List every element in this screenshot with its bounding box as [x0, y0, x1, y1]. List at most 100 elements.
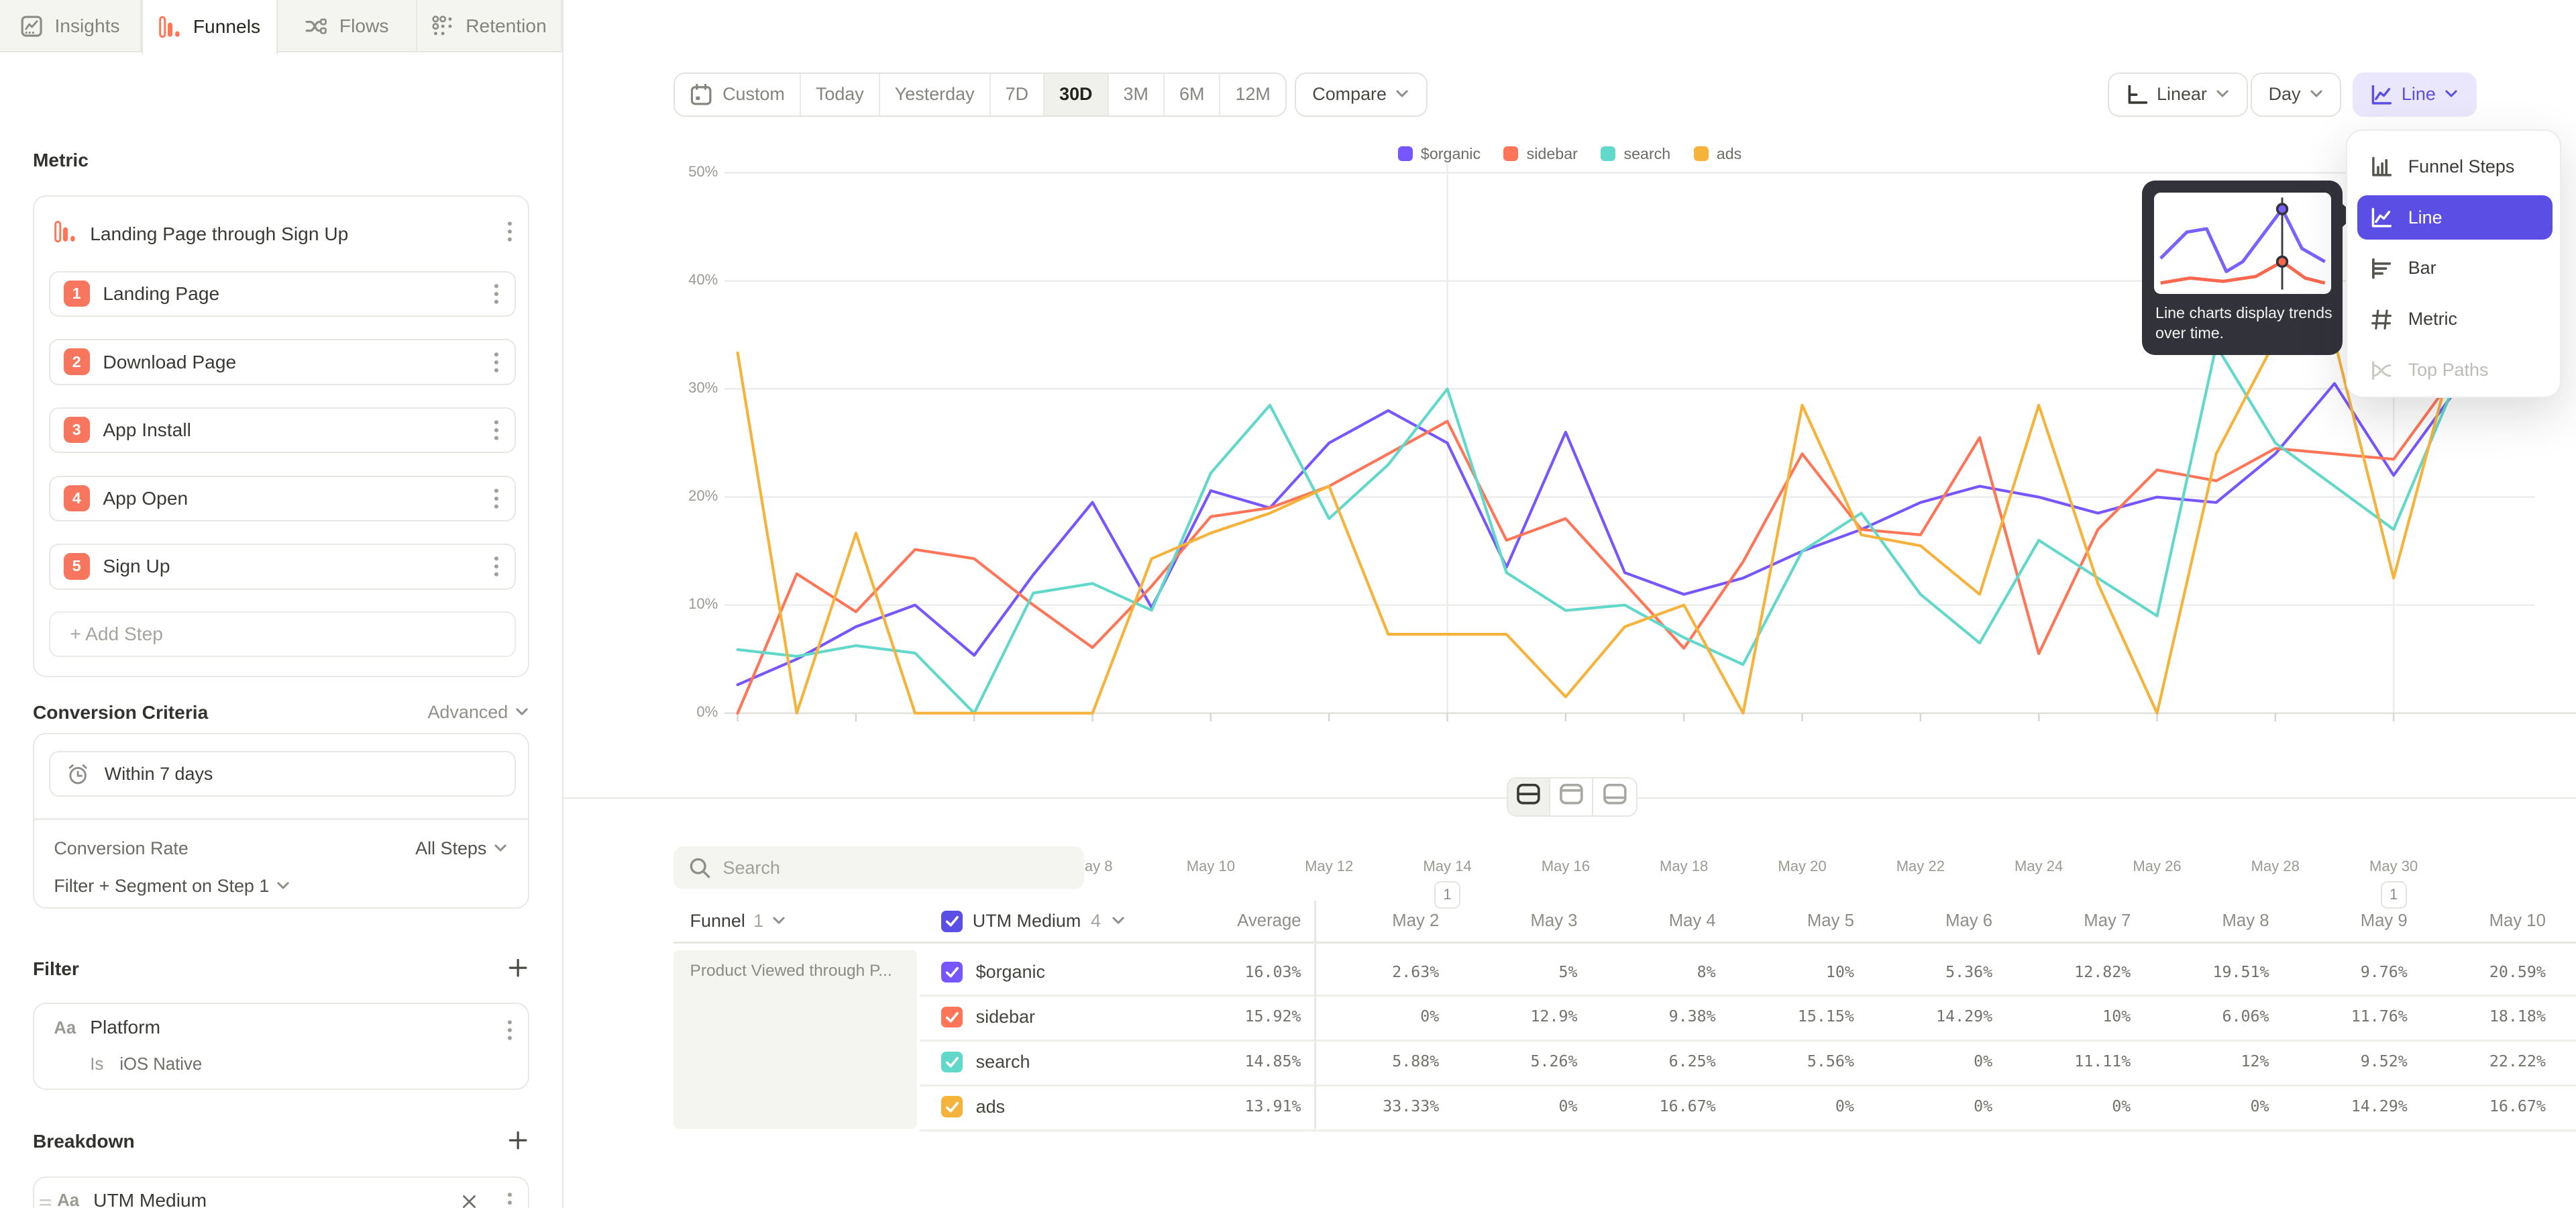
series-checkbox[interactable]	[941, 1096, 963, 1117]
funnel-step-1[interactable]: 1Landing Page	[49, 271, 516, 317]
cell-value: 2.63%	[1307, 950, 1439, 995]
breakdown-column-header[interactable]: UTM Medium 4	[941, 901, 1125, 942]
column-header-average[interactable]: Average	[1179, 901, 1301, 942]
range-custom[interactable]: Custom	[675, 74, 801, 115]
remove-breakdown-icon[interactable]	[460, 1193, 478, 1208]
range-3m[interactable]: 3M	[1109, 74, 1165, 115]
x-axis-label: May 14	[1401, 858, 1493, 875]
add-step-button[interactable]: + Add Step	[49, 611, 516, 658]
all-steps-dropdown[interactable]: All Steps	[415, 838, 508, 859]
menu-item-funnel-steps[interactable]: Funnel Steps	[2357, 144, 2553, 189]
breakdown-section-label: Breakdown	[33, 1131, 135, 1152]
column-header-may-3[interactable]: May 3	[1456, 901, 1577, 942]
step-kebab-icon[interactable]	[493, 419, 500, 442]
metric-section-label: Metric	[33, 150, 89, 171]
range-label: 7D	[1006, 84, 1028, 105]
funnel-kebab-icon[interactable]	[506, 220, 513, 243]
funnel-col-count: 1	[753, 911, 763, 932]
add-filter-button[interactable]	[506, 956, 529, 979]
funnel-name-cell[interactable]: Product Viewed through P...	[674, 950, 916, 1129]
range-12m[interactable]: 12M	[1220, 74, 1285, 115]
funnel-step-2[interactable]: 2Download Page	[49, 339, 516, 385]
compare-label: Compare	[1312, 84, 1387, 105]
step-kebab-icon[interactable]	[493, 283, 500, 305]
funnel-step-3[interactable]: 3App Install	[49, 407, 516, 454]
funnel-step-4[interactable]: 4App Open	[49, 476, 516, 522]
filter-value[interactable]: iOS Native	[119, 1055, 202, 1074]
series-checkbox[interactable]	[941, 1007, 963, 1028]
top-panel-view-button[interactable]	[1550, 778, 1593, 815]
column-header-may-5[interactable]: May 5	[1733, 901, 1854, 942]
series-line-search[interactable]	[738, 346, 2453, 713]
select-all-checkbox[interactable]	[941, 911, 963, 932]
range-6m[interactable]: 6M	[1165, 74, 1220, 115]
range-label: Today	[816, 84, 864, 105]
menu-item-label: Bar	[2408, 258, 2436, 279]
chart-type-dropdown[interactable]: Line	[2353, 72, 2477, 117]
conversion-window-row[interactable]: Within 7 days	[49, 751, 516, 797]
series-line-organic[interactable]	[738, 384, 2453, 685]
breakdown-card[interactable]: Aa UTM Medium	[33, 1176, 529, 1208]
series-checkbox[interactable]	[941, 962, 963, 983]
funnel-step-5[interactable]: 5Sign Up	[49, 544, 516, 590]
range-today[interactable]: Today	[801, 74, 880, 115]
funnels-icon	[158, 15, 181, 38]
cell-value: 11.76%	[2276, 995, 2408, 1039]
step-label: Download Page	[103, 352, 236, 373]
filter-segment-dropdown[interactable]: Filter + Segment on Step 1	[54, 876, 290, 897]
series-name: search	[976, 1052, 1030, 1072]
tab-funnels[interactable]: Funnels	[142, 0, 278, 54]
filter-card[interactable]: Aa Platform Is iOS Native	[33, 1003, 529, 1090]
compare-button[interactable]: Compare	[1295, 72, 1428, 117]
range-label: Yesterday	[895, 84, 975, 105]
bottom-panel-view-button[interactable]	[1593, 778, 1636, 815]
column-header-may-10[interactable]: May 10	[2424, 901, 2546, 942]
y-axis-label: 30%	[659, 379, 718, 397]
search-input[interactable]	[723, 858, 1070, 878]
menu-item-bar[interactable]: Bar	[2357, 246, 2553, 291]
chart-type-label: Line	[2402, 84, 2436, 105]
funnel-column-header[interactable]: Funnel 1	[690, 901, 787, 942]
funnel-title[interactable]: Landing Page through Sign Up	[90, 223, 348, 245]
x-axis-label: May 30	[2348, 858, 2440, 875]
scale-dropdown[interactable]: Linear	[2108, 72, 2248, 117]
menu-item-metric[interactable]: Metric	[2357, 297, 2553, 342]
menu-item-line[interactable]: Line	[2357, 195, 2553, 240]
step-kebab-icon[interactable]	[493, 555, 500, 578]
range-7d[interactable]: 7D	[991, 74, 1044, 115]
funnel-steps-icon	[2370, 155, 2393, 178]
breakdown-property: UTM Medium	[93, 1190, 207, 1208]
series-line-ads[interactable]	[738, 340, 2453, 713]
column-header-may-9[interactable]: May 9	[2286, 901, 2407, 942]
column-header-may-8[interactable]: May 8	[2147, 901, 2269, 942]
column-header-may-4[interactable]: May 4	[1594, 901, 1715, 942]
filter-kebab-icon[interactable]	[506, 1019, 513, 1042]
menu-item-top-paths: Top Paths	[2357, 348, 2553, 393]
x-axis-label: May 24	[1993, 858, 2085, 875]
advanced-dropdown[interactable]: Advanced	[427, 702, 529, 723]
tab-flows[interactable]: Flows	[278, 0, 417, 52]
column-header-may-7[interactable]: May 7	[2009, 901, 2131, 942]
breakdown-kebab-icon[interactable]	[506, 1191, 513, 1208]
x-axis-label: May 20	[1756, 858, 1848, 875]
average-value: 16.03%	[1170, 950, 1301, 995]
conversion-rate-label: Conversion Rate	[54, 838, 189, 859]
tab-insights[interactable]: Insights	[0, 0, 142, 52]
series-checkbox[interactable]	[941, 1052, 963, 1073]
column-header-may-6[interactable]: May 6	[1871, 901, 1992, 942]
cell-value: 9.38%	[1585, 995, 1716, 1039]
interval-dropdown[interactable]: Day	[2251, 72, 2341, 117]
step-kebab-icon[interactable]	[493, 487, 500, 510]
column-header-may-2[interactable]: May 2	[1318, 901, 1439, 942]
chart-type-tooltip: Line charts display trends over time.	[2142, 181, 2343, 355]
step-kebab-icon[interactable]	[493, 350, 500, 373]
split-view-button[interactable]	[1508, 778, 1551, 815]
drag-handle-icon[interactable]	[39, 1196, 52, 1208]
add-breakdown-button[interactable]	[506, 1129, 529, 1152]
table-column-divider	[1314, 901, 1316, 1129]
range-30d[interactable]: 30D	[1044, 74, 1108, 115]
tab-retention[interactable]: Retention	[417, 0, 562, 52]
split-view-icon	[1516, 783, 1541, 812]
range-yesterday[interactable]: Yesterday	[880, 74, 991, 115]
chevron-down-icon	[515, 707, 529, 717]
